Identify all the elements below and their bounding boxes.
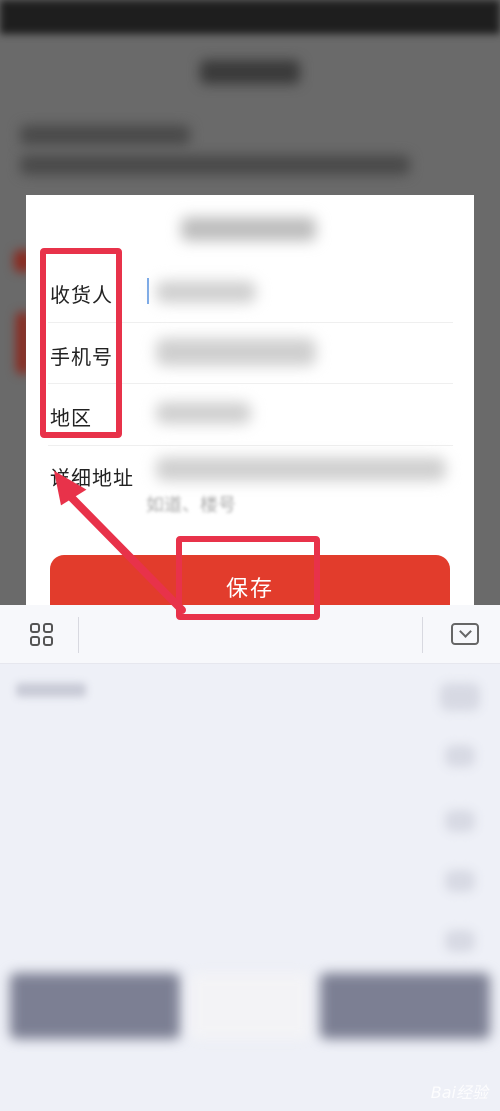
annotation-arrow <box>53 470 186 614</box>
